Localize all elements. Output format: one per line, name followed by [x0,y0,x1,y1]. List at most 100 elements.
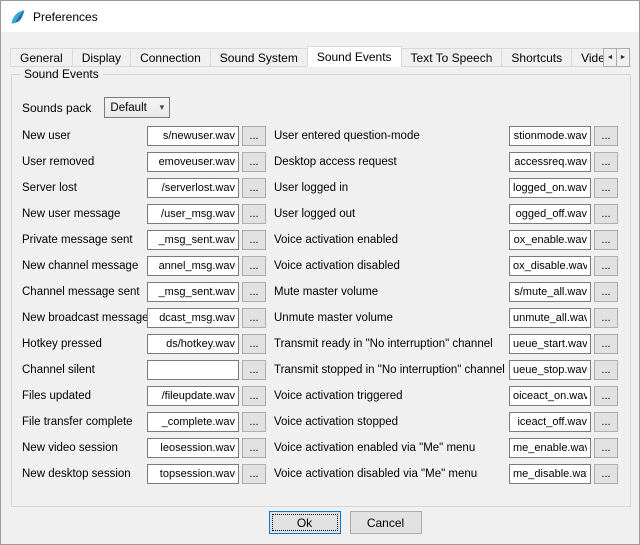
sound-event-row: Private message sent ... [22,227,266,253]
sound-event-label: Channel message sent [22,286,147,298]
browse-button[interactable]: ... [242,126,266,146]
browse-button[interactable]: ... [242,152,266,172]
sound-file-input[interactable] [509,126,591,146]
ok-button[interactable]: Ok [269,511,341,534]
sound-file-input[interactable] [147,282,239,302]
browse-button[interactable]: ... [594,360,618,380]
sound-event-row: User removed ... [22,149,266,175]
sound-file-input[interactable] [509,178,591,198]
sound-file-input[interactable] [509,282,591,302]
sound-event-label: Voice activation enabled [274,234,509,246]
sound-file-input[interactable] [509,152,591,172]
sound-file-input[interactable] [147,126,239,146]
sound-file-input[interactable] [147,334,239,354]
cancel-button[interactable]: Cancel [350,511,422,534]
browse-button[interactable]: ... [242,204,266,224]
sound-event-label: New desktop session [22,468,147,480]
sound-event-row: Voice activation stopped ... [274,409,618,435]
tab-general[interactable]: General [10,48,73,67]
sound-event-label: File transfer complete [22,416,147,428]
window-title: Preferences [33,10,98,24]
browse-button[interactable]: ... [242,256,266,276]
sound-file-input[interactable] [147,308,239,328]
sound-file-input[interactable] [147,464,239,484]
sound-event-row: Channel silent ... [22,357,266,383]
sound-file-input[interactable] [509,412,591,432]
sound-file-input[interactable] [147,412,239,432]
browse-button[interactable]: ... [242,230,266,250]
browse-button[interactable]: ... [594,464,618,484]
sound-event-row: New user message ... [22,201,266,227]
browse-button[interactable]: ... [594,308,618,328]
tab-shortcuts[interactable]: Shortcuts [501,48,572,67]
sound-file-input[interactable] [147,386,239,406]
browse-button[interactable]: ... [242,308,266,328]
browse-button[interactable]: ... [242,282,266,302]
tab-scroll-right-button[interactable]: ► [616,48,630,67]
browse-button[interactable]: ... [242,178,266,198]
browse-button[interactable]: ... [594,386,618,406]
sound-event-row: New channel message ... [22,253,266,279]
tab-display[interactable]: Display [72,48,131,67]
sound-file-input[interactable] [147,204,239,224]
group-title: Sound Events [20,67,103,81]
sound-file-input[interactable] [509,204,591,224]
browse-button[interactable]: ... [242,438,266,458]
tab-label: General [20,51,63,65]
browse-button[interactable]: ... [242,412,266,432]
sound-event-label: New broadcast message [22,312,147,324]
tab-sound-system[interactable]: Sound System [210,48,308,67]
sound-file-input[interactable] [147,230,239,250]
tab-connection[interactable]: Connection [130,48,211,67]
sound-event-row: User logged in ... [274,175,618,201]
sounds-pack-select[interactable]: Default ▾ [104,97,170,118]
sound-event-label: New video session [22,442,147,454]
sound-file-input[interactable] [147,360,239,380]
sounds-pack-row: Sounds pack Default ▾ [22,97,170,118]
sound-file-input[interactable] [509,308,591,328]
sound-file-input[interactable] [509,438,591,458]
dialog-button-row: Ok Cancel [1,511,639,534]
sound-file-input[interactable] [509,334,591,354]
browse-button[interactable]: ... [594,230,618,250]
sound-file-input[interactable] [509,386,591,406]
sound-event-row: Mute master volume ... [274,279,618,305]
browse-button[interactable]: ... [594,256,618,276]
sound-event-row: User logged out ... [274,201,618,227]
sound-file-input[interactable] [147,178,239,198]
sound-file-input[interactable] [509,230,591,250]
browse-button[interactable]: ... [594,152,618,172]
sound-event-row: New video session ... [22,435,266,461]
browse-button[interactable]: ... [594,204,618,224]
browse-button[interactable]: ... [594,282,618,302]
sound-file-input[interactable] [509,256,591,276]
browse-button[interactable]: ... [242,386,266,406]
sound-event-row: New desktop session ... [22,461,266,487]
sound-event-row: Voice activation disabled via "Me" menu … [274,461,618,487]
sound-event-label: Voice activation triggered [274,390,509,402]
sound-file-input[interactable] [509,464,591,484]
sound-event-row: Voice activation enabled via "Me" menu .… [274,435,618,461]
sound-event-row: Files updated ... [22,383,266,409]
sound-event-label: User removed [22,156,147,168]
browse-button[interactable]: ... [242,360,266,380]
browse-button[interactable]: ... [594,126,618,146]
sound-event-label: Voice activation enabled via "Me" menu [274,442,509,454]
browse-button[interactable]: ... [242,334,266,354]
tab-sound-events[interactable]: Sound Events [307,46,402,67]
browse-button[interactable]: ... [594,438,618,458]
sound-file-input[interactable] [509,360,591,380]
sound-event-label: Server lost [22,182,147,194]
browse-button[interactable]: ... [242,464,266,484]
tab-label: Shortcuts [511,51,562,65]
sound-file-input[interactable] [147,256,239,276]
tab-text-to-speech[interactable]: Text To Speech [401,48,503,67]
sound-event-label: User logged in [274,182,509,194]
tab-scroll-left-button[interactable]: ◄ [603,48,617,67]
sound-file-input[interactable] [147,438,239,458]
browse-button[interactable]: ... [594,412,618,432]
browse-button[interactable]: ... [594,334,618,354]
tab-label: Sound System [220,51,298,65]
sound-file-input[interactable] [147,152,239,172]
browse-button[interactable]: ... [594,178,618,198]
